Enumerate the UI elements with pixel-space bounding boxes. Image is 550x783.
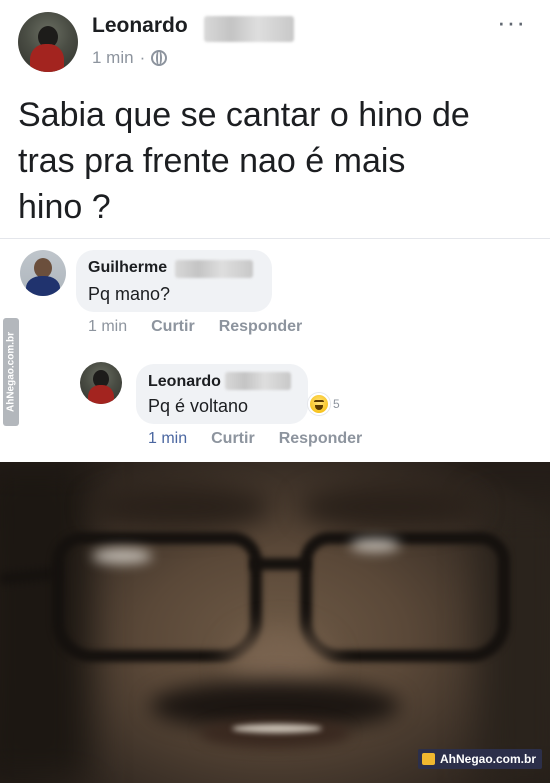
site-logo-icon [421,753,435,765]
mouth [200,718,350,748]
comment-time[interactable]: 1 min [88,318,127,336]
avatar-figure-body [30,44,64,72]
reaction-summary[interactable]: 5 [308,393,340,415]
comment-text: Pq mano? [88,284,171,304]
lens-glare [92,548,152,564]
divider [0,238,550,239]
side-watermark-text: AhNegao.com.br [5,331,17,413]
reply-author[interactable]: Leonardo [148,373,221,391]
like-link[interactable]: Curtir [151,318,195,336]
eyebrow [300,484,480,530]
post-text: Sabia que se cantar o hino de tras pra f… [18,96,470,226]
glasses-lens-frame [52,532,262,662]
lens-glare [350,538,400,552]
meta-separator: · [139,48,146,67]
more-options-icon[interactable]: ··· [497,9,526,35]
like-link[interactable]: Curtir [211,430,255,448]
glasses-bridge [250,558,310,570]
avatar-body [88,385,114,404]
reply-link[interactable]: Responder [279,430,363,448]
meme-reaction-image: AhNegao.com.br [0,462,550,783]
blurred-surname [175,260,253,278]
reply-actions: 1 min Curtir Responder [148,430,362,448]
post-author-avatar[interactable] [18,12,78,72]
glasses-lens-frame [300,532,510,662]
site-watermark-badge: AhNegao.com.br [417,749,542,769]
side-watermark: AhNegao.com.br [3,318,19,426]
comment-actions: 1 min Curtir Responder [88,318,302,336]
eyebrow [90,484,270,530]
comment-author[interactable]: Guilherme [88,259,167,277]
blurred-surname [225,372,291,390]
reply-link[interactable]: Responder [219,318,303,336]
avatar-body [26,276,60,296]
comment-avatar-guilherme[interactable] [20,250,66,296]
teeth [232,724,322,733]
haha-icon [308,393,330,415]
reply-text: Pq é voltano [148,396,249,416]
post-meta: 1 min · [92,48,168,68]
post-time[interactable]: 1 min [92,48,134,68]
comment-avatar-leonardo[interactable] [80,362,122,404]
reaction-count: 5 [333,397,340,411]
reply-time[interactable]: 1 min [148,430,187,448]
avatar-head [34,258,52,278]
site-watermark-text: AhNegao.com.br [439,752,536,766]
blurred-surname [204,16,294,42]
globe-icon [151,50,168,66]
post-author-name[interactable]: Leonardo [92,14,188,38]
